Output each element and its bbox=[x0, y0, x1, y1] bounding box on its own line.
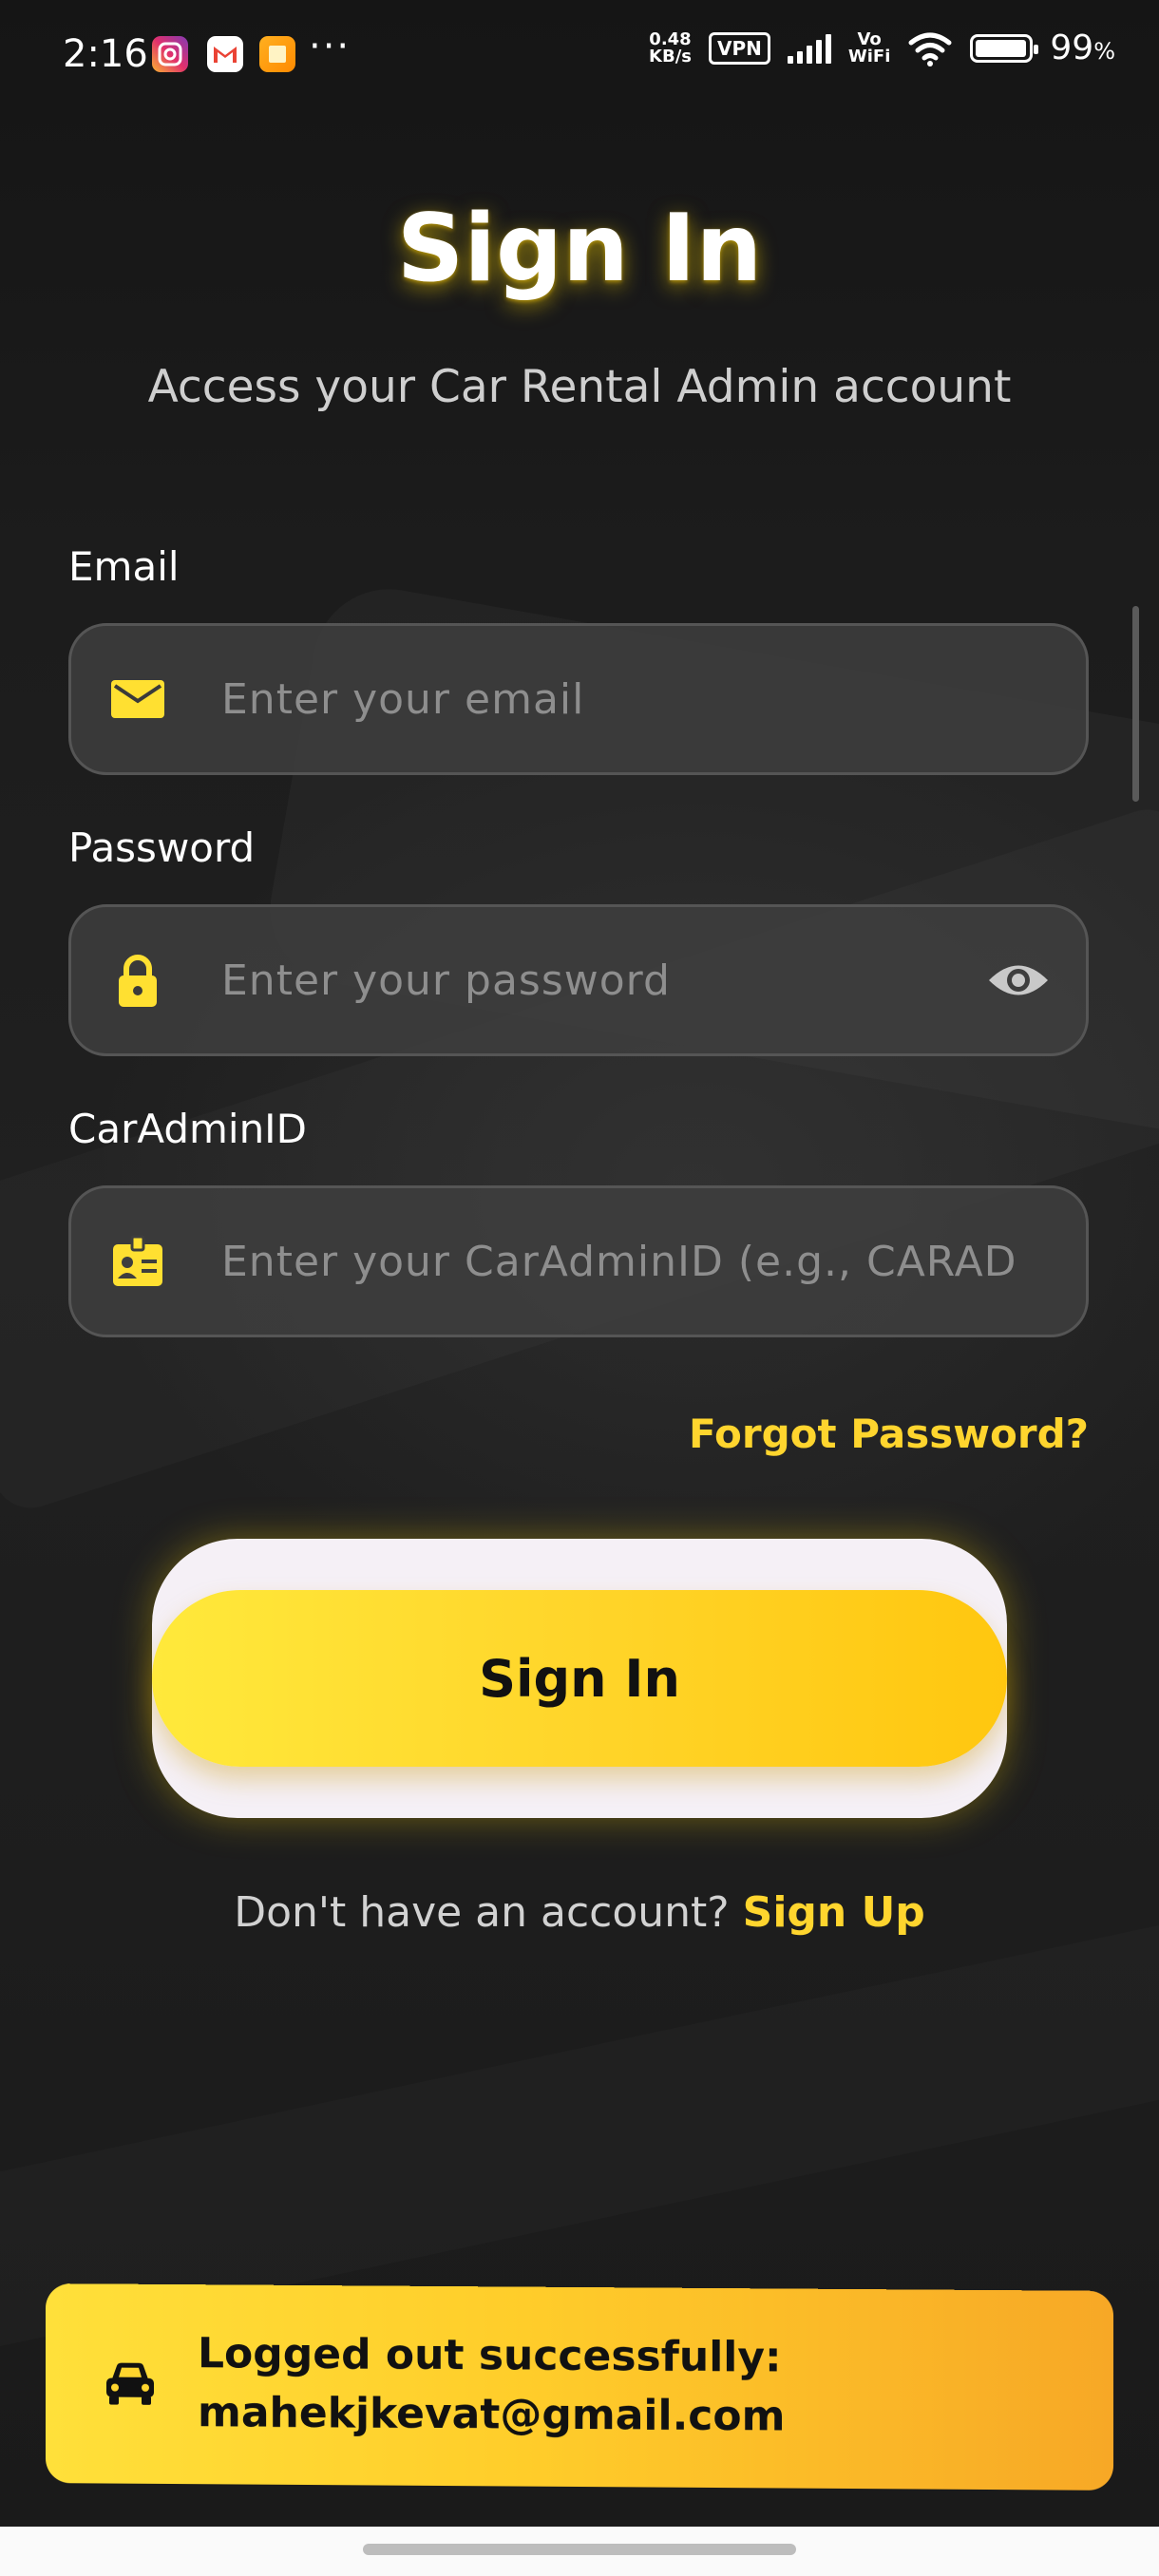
instagram-icon bbox=[152, 36, 188, 72]
network-speed: 0.48 KB/s bbox=[649, 28, 692, 66]
sign-in-button[interactable]: Sign In bbox=[152, 1590, 1007, 1767]
page-subtitle: Access your Car Rental Admin account bbox=[147, 361, 1012, 413]
logout-snackbar: Logged out successfully: mahekjkevat@gma… bbox=[46, 2283, 1113, 2491]
snackbar-line2: mahekjkevat@gmail.com bbox=[198, 2388, 786, 2441]
notes-icon bbox=[259, 36, 295, 72]
eye-icon[interactable] bbox=[985, 957, 1052, 1004]
mail-icon bbox=[111, 680, 164, 718]
signup-prompt: Don't have an account? Sign Up bbox=[0, 1888, 1159, 1937]
gmail-icon bbox=[207, 36, 243, 72]
password-label: Password bbox=[68, 824, 256, 871]
car-admin-id-label: CarAdminID bbox=[68, 1106, 307, 1152]
car-admin-id-input[interactable] bbox=[219, 1188, 1019, 1335]
wifi-icon bbox=[908, 32, 952, 66]
battery-percentage: 99% bbox=[1050, 28, 1115, 67]
home-gesture-handle[interactable] bbox=[363, 2544, 796, 2555]
password-input[interactable] bbox=[219, 907, 962, 1053]
email-input[interactable] bbox=[219, 626, 962, 772]
forgot-password-link[interactable]: Forgot Password? bbox=[689, 1411, 1089, 1457]
more-notifications-icon: ··· bbox=[309, 25, 352, 68]
email-field[interactable] bbox=[68, 623, 1089, 775]
id-badge-icon bbox=[113, 1235, 162, 1286]
status-bar: 2:16 ··· 0.48 KB/s VPN Vo WiFi 99% bbox=[0, 0, 1159, 104]
snackbar-line1: Logged out successfully: bbox=[198, 2329, 782, 2382]
password-field[interactable] bbox=[68, 904, 1089, 1056]
email-label: Email bbox=[68, 543, 180, 590]
car-icon bbox=[106, 2362, 154, 2405]
vpn-icon: VPN bbox=[709, 31, 770, 65]
page-title: Sign In bbox=[396, 195, 763, 303]
sign-up-link[interactable]: Sign Up bbox=[743, 1888, 925, 1937]
signup-prompt-text: Don't have an account? bbox=[234, 1888, 730, 1937]
car-admin-id-field[interactable] bbox=[68, 1185, 1089, 1337]
battery-icon bbox=[970, 33, 1039, 63]
vowifi-icon: Vo WiFi bbox=[847, 28, 891, 66]
lock-icon bbox=[119, 955, 157, 1007]
signal-icon bbox=[787, 33, 831, 64]
snackbar-message: Logged out successfully: mahekjkevat@gma… bbox=[198, 2324, 785, 2446]
scrollbar[interactable] bbox=[1132, 606, 1139, 802]
status-time: 2:16 bbox=[63, 32, 148, 76]
sign-in-button-container: Sign In bbox=[152, 1539, 1007, 1818]
